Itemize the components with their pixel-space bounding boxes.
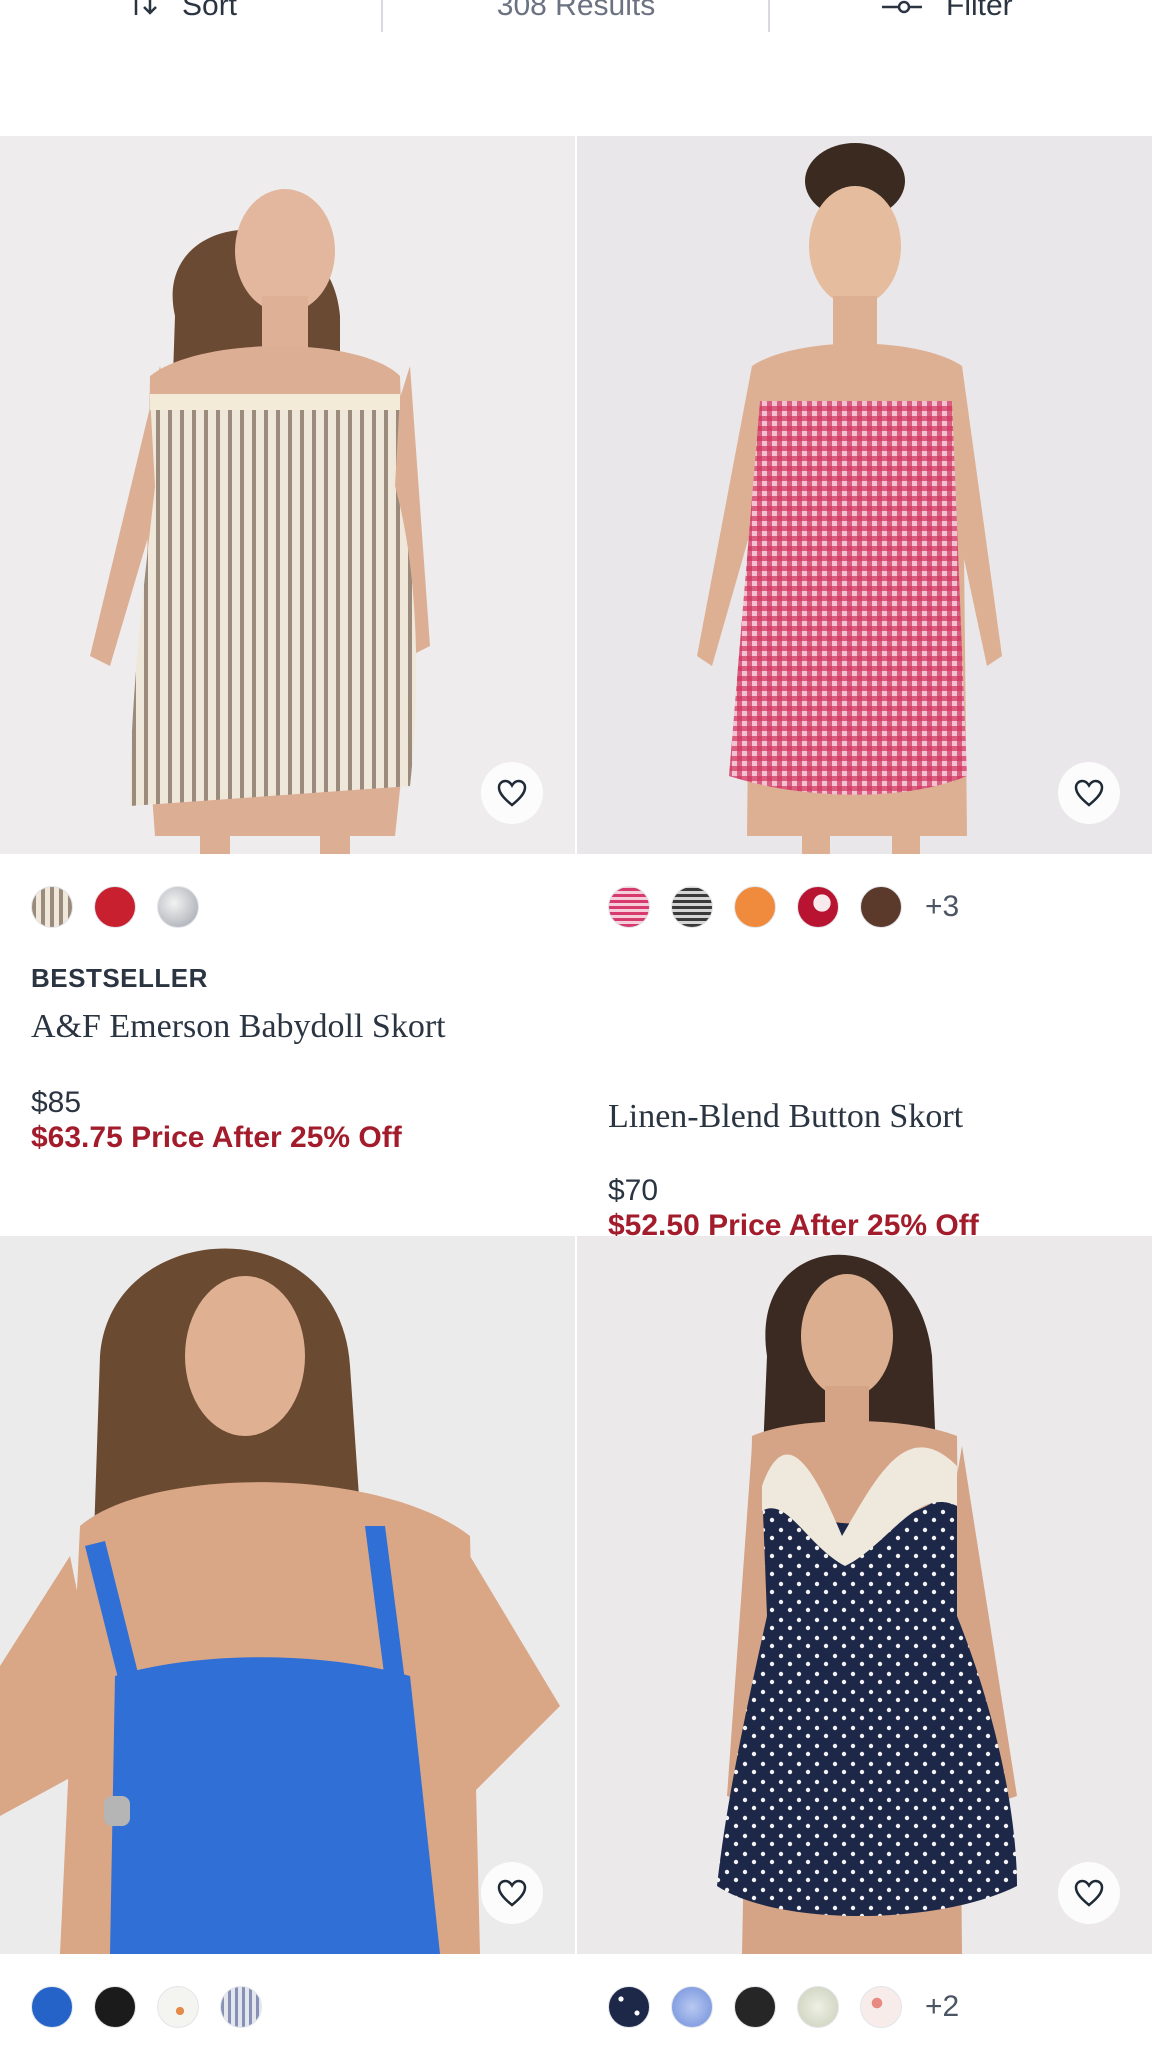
product-image[interactable]	[577, 136, 1152, 854]
favorite-button[interactable]	[1058, 1862, 1120, 1924]
product-sale-price: $63.75 Price After 25% Off	[31, 1121, 402, 1154]
color-swatch[interactable]	[31, 1986, 73, 2028]
filter-label: Filter	[946, 0, 1013, 22]
color-swatch[interactable]	[31, 886, 73, 928]
heart-icon	[496, 778, 528, 808]
product-price: $85	[31, 1086, 82, 1119]
color-swatch[interactable]	[157, 886, 199, 928]
color-swatch[interactable]	[797, 886, 839, 928]
filter-sliders-icon	[880, 0, 924, 25]
product-image[interactable]	[577, 1236, 1152, 1954]
product-card[interactable]: +3 Linen-Blend Button Skort $70 $52.50 P…	[577, 136, 1152, 1242]
color-swatch[interactable]	[94, 1986, 136, 2028]
product-card[interactable]: +2	[577, 1236, 1152, 2048]
color-swatch[interactable]	[608, 886, 650, 928]
product-image[interactable]	[0, 136, 575, 854]
color-swatch[interactable]	[671, 886, 713, 928]
product-card[interactable]: BESTSELLER A&F Emerson Babydoll Skort $8…	[0, 136, 575, 1236]
color-swatches: +2	[608, 1986, 959, 2028]
product-name[interactable]: Linen-Blend Button Skort	[608, 1098, 963, 1136]
color-swatch[interactable]	[94, 886, 136, 928]
product-price: $70	[608, 1174, 659, 1207]
color-swatch[interactable]	[860, 886, 902, 928]
product-badge: BESTSELLER	[31, 963, 208, 993]
results-toolbar: Sort 308 Results Filter	[0, 0, 1152, 135]
heart-icon	[1073, 778, 1105, 808]
color-swatch[interactable]	[157, 1986, 199, 2028]
product-name[interactable]: A&F Emerson Babydoll Skort	[31, 1008, 446, 1046]
color-swatch[interactable]	[671, 1986, 713, 2028]
favorite-button[interactable]	[481, 1862, 543, 1924]
color-swatch[interactable]	[220, 1986, 262, 2028]
product-card[interactable]	[0, 1236, 575, 2048]
heart-icon	[496, 1878, 528, 1908]
color-swatch[interactable]	[797, 1986, 839, 2028]
color-swatch[interactable]	[860, 1986, 902, 2028]
filter-button[interactable]: Filter	[880, 0, 1013, 26]
color-swatch[interactable]	[734, 886, 776, 928]
more-colors-count[interactable]: +2	[925, 1990, 959, 2024]
favorite-button[interactable]	[1058, 762, 1120, 824]
more-colors-count[interactable]: +3	[925, 890, 959, 924]
color-swatches	[31, 886, 220, 928]
color-swatches: +3	[608, 886, 959, 928]
product-image[interactable]	[0, 1236, 575, 1954]
toolbar-divider	[768, 0, 770, 32]
heart-icon	[1073, 1878, 1105, 1908]
color-swatch[interactable]	[608, 1986, 650, 2028]
color-swatch[interactable]	[734, 1986, 776, 2028]
color-swatches	[31, 1986, 283, 2028]
favorite-button[interactable]	[481, 762, 543, 824]
